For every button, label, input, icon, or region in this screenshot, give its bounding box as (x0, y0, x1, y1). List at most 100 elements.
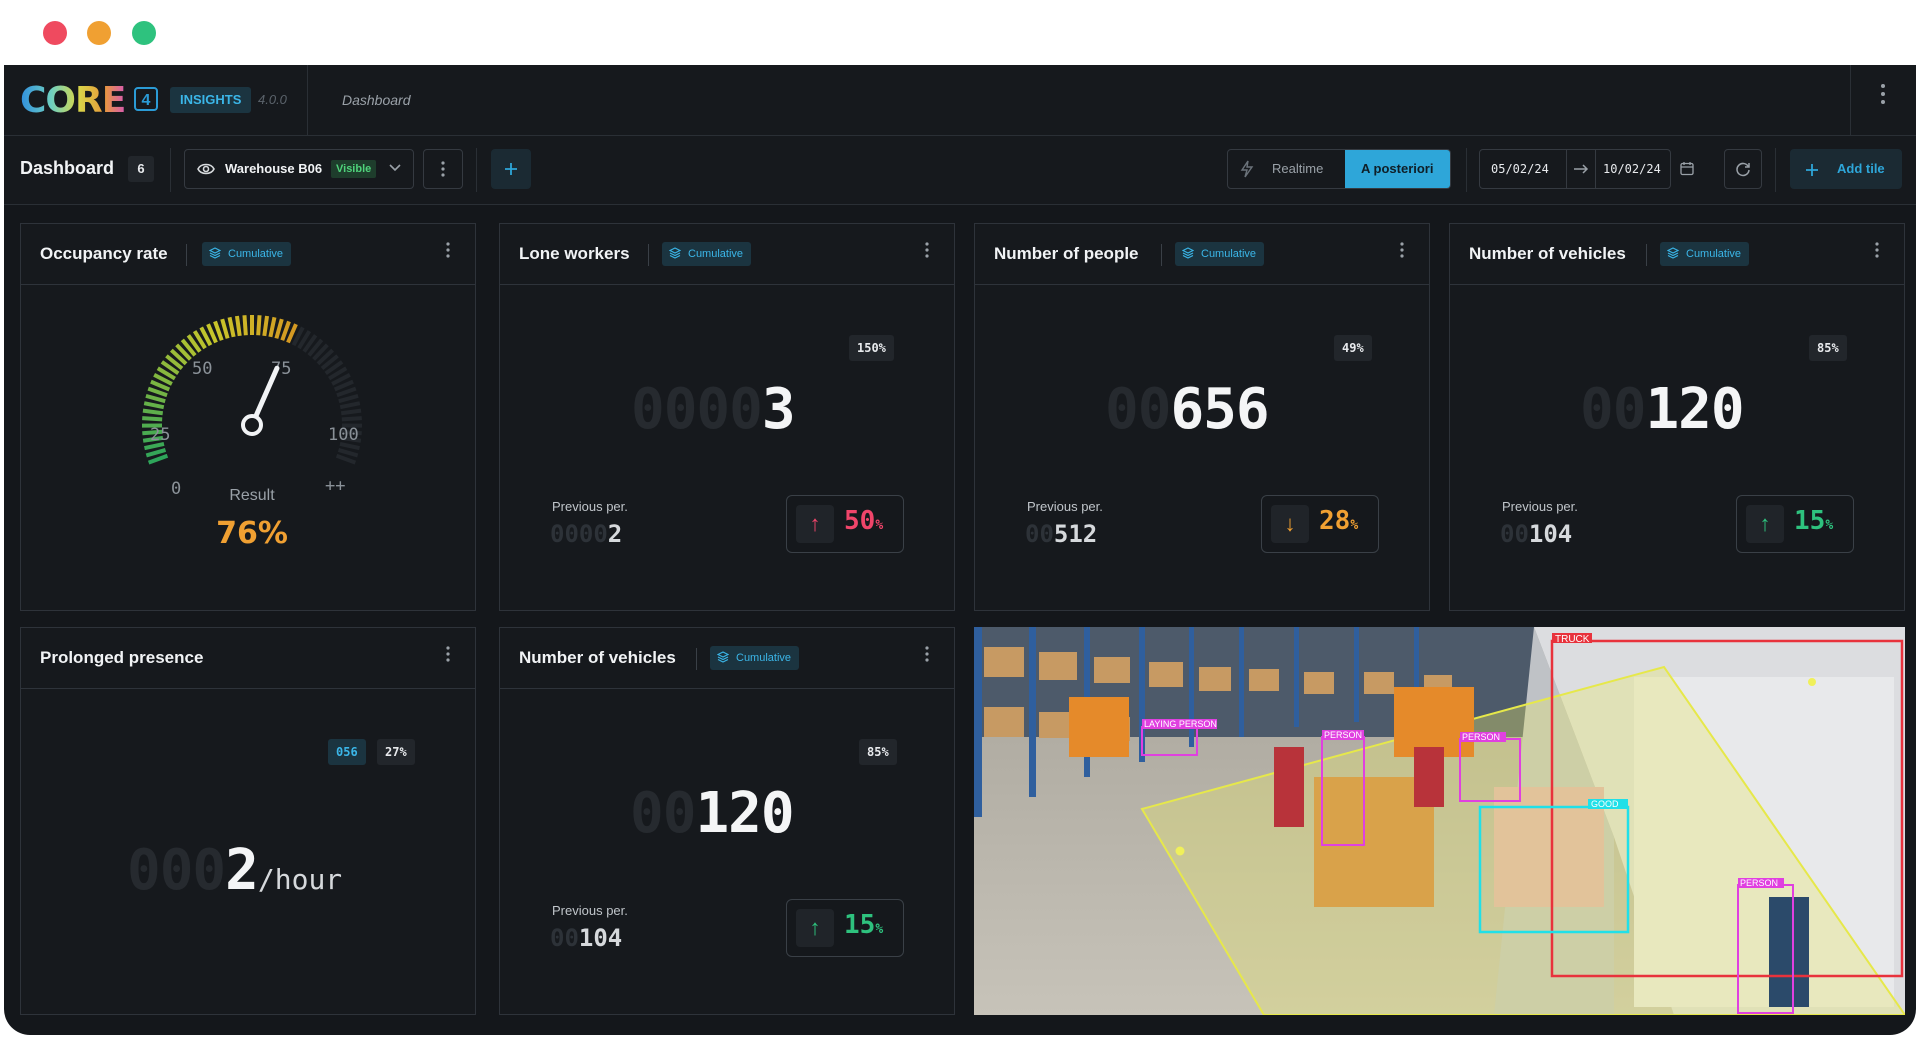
count-badge: 056 (328, 739, 366, 765)
close-dot[interactable] (43, 21, 67, 45)
gauge-tick (213, 320, 224, 341)
tile-menu-icon[interactable] (1875, 242, 1879, 263)
tile-occupancy-rate: Occupancy rate Cumulative 0 25 50 75 100… (20, 223, 476, 611)
tile-header: Occupancy rate Cumulative (21, 224, 475, 285)
gauge-label-50: 50 (192, 359, 212, 379)
chevron-down-icon (389, 164, 401, 172)
arrow-right-icon (1574, 164, 1589, 174)
tile-count-badge: 6 (128, 156, 154, 182)
cumulative-tag: Cumulative (662, 242, 752, 266)
minimize-dot[interactable] (87, 21, 111, 45)
layers-icon (1182, 247, 1194, 259)
core-logo[interactable]: CORE (20, 80, 126, 121)
divider (1466, 148, 1467, 192)
previous-period-label: Previous per. (1502, 499, 1578, 514)
calendar-icon[interactable] (1680, 161, 1694, 176)
refresh-icon (1736, 162, 1750, 177)
app-menu-icon[interactable] (1880, 83, 1886, 108)
visibility-tag: Visible (331, 160, 377, 178)
previous-period-value: 00104 (550, 924, 623, 952)
logo-version-badge: 4 (134, 87, 158, 111)
tile-number-of-vehicles-2: Number of vehicles Cumulative 85% 00120 … (499, 627, 955, 1015)
delta-badge: ↑ 50% (786, 495, 904, 553)
date-to[interactable]: 10/02/24 (1603, 162, 1661, 176)
tile-lone-workers: Lone workers Cumulative 150% 00003 Previ… (499, 223, 955, 611)
arrow-up-icon: ↑ (1746, 505, 1784, 543)
mode-realtime-label: Realtime (1272, 161, 1324, 176)
main-value: 00120 (630, 781, 795, 846)
gauge-tick (339, 401, 361, 410)
tile-menu-icon[interactable] (925, 646, 929, 667)
tile-menu-icon[interactable] (1400, 242, 1404, 263)
tile-header: Number of people Cumulative (975, 224, 1429, 285)
detection-label: PERSON (1740, 878, 1778, 888)
percentage-badge: 49% (1334, 335, 1372, 361)
tile-title: Number of vehicles (519, 648, 676, 667)
mode-realtime[interactable]: Realtime (1228, 150, 1345, 188)
plus-icon (1806, 164, 1818, 176)
gauge-tick (338, 393, 359, 404)
gauge-tick (337, 447, 359, 458)
cumulative-tag: Cumulative (1175, 242, 1265, 266)
gauge-tick (147, 386, 168, 398)
previous-period-value: 00512 (1025, 520, 1098, 548)
date-range-picker[interactable]: 05/02/24 10/02/24 (1479, 149, 1694, 189)
percentage-badge: 85% (1809, 335, 1847, 361)
dashboard-toolbar: Dashboard 6 Warehouse B06 Visible Realti… (4, 136, 1916, 205)
view-options-button[interactable] (423, 149, 463, 189)
occupancy-gauge: 0 25 50 75 100 ++ Result 76% (141, 315, 363, 551)
tile-header: Lone workers Cumulative (500, 224, 954, 285)
gauge-tick (340, 408, 362, 416)
product-badge: INSIGHTS (170, 87, 252, 113)
percentage-badge: 150% (849, 335, 894, 361)
divider (1775, 148, 1776, 192)
layers-icon (1667, 247, 1679, 259)
layers-icon (209, 247, 221, 259)
tile-title: Occupancy rate (40, 244, 168, 263)
previous-period-label: Previous per. (552, 903, 628, 918)
date-from[interactable]: 05/02/24 (1491, 162, 1549, 176)
gauge-tick (234, 315, 242, 337)
tile-menu-icon[interactable] (925, 242, 929, 263)
tile-number-of-vehicles: Number of vehicles Cumulative 85% 00120 … (1449, 223, 1905, 611)
tile-menu-icon[interactable] (446, 646, 450, 667)
layers-icon (669, 247, 681, 259)
tile-camera-feed[interactable]: TRUCK LAYING PERSON PERSON PERSON GOOD P… (974, 627, 1905, 1015)
result-label: Result (229, 487, 275, 504)
version-label: 4.0.0 (258, 92, 287, 107)
tile-header: Number of vehicles Cumulative (1450, 224, 1904, 285)
detection-label: PERSON (1462, 732, 1500, 742)
tile-number-of-people: Number of people Cumulative 49% 00656 Pr… (974, 223, 1430, 611)
gauge-label-100: 100 (328, 425, 359, 445)
delta-badge: ↑ 15% (1736, 495, 1854, 553)
maximize-dot[interactable] (132, 21, 156, 45)
refresh-button[interactable] (1724, 149, 1762, 189)
arrow-up-icon: ↑ (796, 909, 834, 947)
divider (170, 148, 171, 192)
tile-title: Lone workers (519, 244, 630, 263)
gauge-tick (145, 393, 166, 404)
detection-label: LAYING PERSON (1144, 719, 1217, 729)
cumulative-tag: Cumulative (202, 242, 292, 266)
tile-menu-icon[interactable] (446, 242, 450, 263)
gauge-tick (145, 447, 167, 458)
add-tile-button[interactable]: Add tile (1790, 149, 1902, 189)
view-selector[interactable]: Warehouse B06 Visible (184, 149, 414, 189)
add-view-button[interactable] (491, 149, 531, 189)
camera-feed-image: TRUCK LAYING PERSON PERSON PERSON GOOD P… (974, 627, 1905, 1015)
detection-label: PERSON (1324, 730, 1362, 740)
divider (476, 148, 477, 192)
bolt-icon (1240, 160, 1254, 178)
gauge-label-0: 0 (171, 479, 181, 499)
arrow-up-icon: ↑ (796, 505, 834, 543)
breadcrumb[interactable]: Dashboard (342, 92, 411, 108)
mode-aposteriori[interactable]: A posteriori (1345, 150, 1450, 188)
main-value: 0002/hour (127, 838, 343, 903)
plus-icon (505, 163, 517, 175)
tile-prolonged-presence: Prolonged presence 056 27% 0002/hour (20, 627, 476, 1015)
gauge-tick (268, 316, 277, 338)
mode-aposteriori-label: A posteriori (1361, 161, 1434, 176)
gauge-tick (274, 318, 284, 339)
tile-header: Number of vehicles Cumulative (500, 628, 954, 689)
divider (1850, 65, 1851, 135)
